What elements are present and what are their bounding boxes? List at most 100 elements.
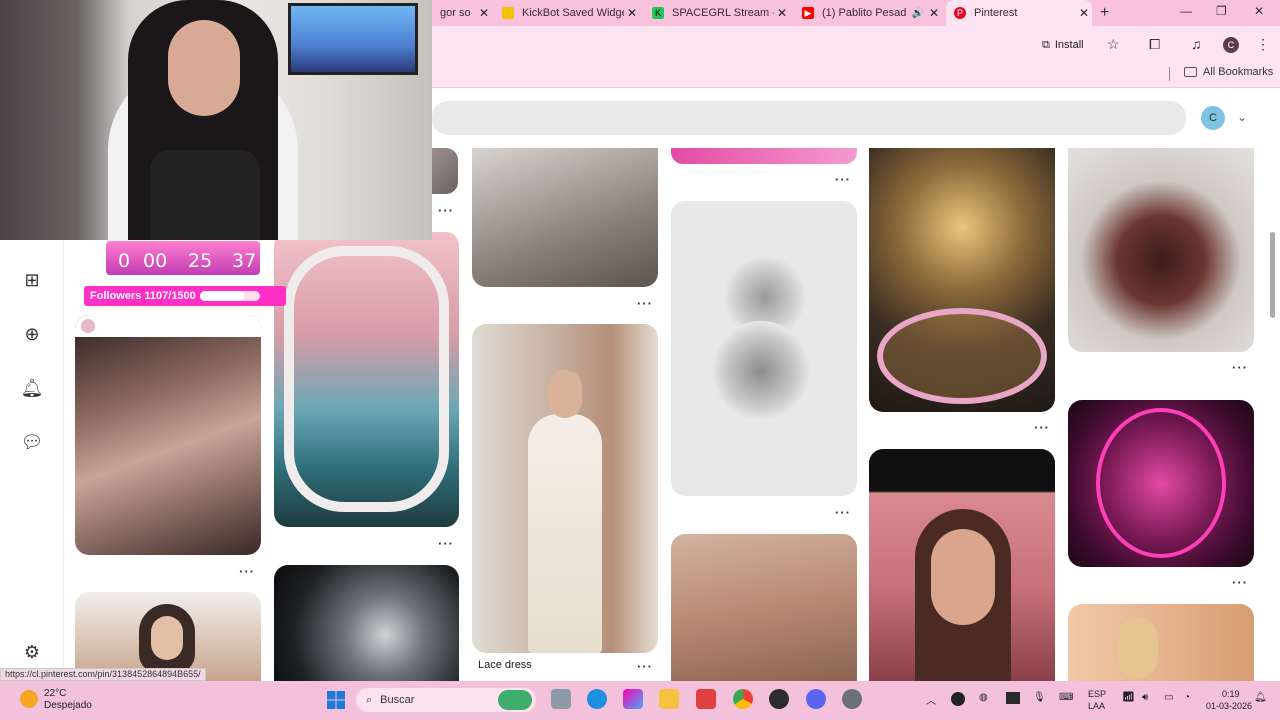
pin-more-icon[interactable]: ··· [637,296,653,311]
create-icon[interactable]: ⊕ [20,322,44,346]
webcam-overlay [0,0,432,240]
bookmarks-divider [1169,67,1170,81]
weather-description[interactable]: Despejado [44,700,92,711]
pin-ad-model [1118,618,1158,678]
pin-more-icon[interactable]: ··· [835,505,851,520]
chrome-icon[interactable] [733,689,753,709]
minimize-icon[interactable]: — [1180,4,1192,18]
pin-beach-window[interactable] [274,232,459,527]
windows-start-icon[interactable] [326,690,346,710]
settings-gear-icon[interactable]: ⚙ [20,640,44,664]
tab-3-title: SPACEGRL Stream - V [672,7,774,19]
obs-icon[interactable] [769,689,789,709]
followers-goal-label: Followers 1107/1500 [90,290,196,302]
copilot-icon[interactable] [623,689,643,709]
kick-icon: K [652,7,664,19]
pinterest-search-input[interactable] [432,101,1186,135]
tab-4-close-icon[interactable]: ✕ [926,6,942,20]
clock-time[interactable]: 0:19 [1222,689,1240,699]
pin-video-header [75,315,261,337]
search-highlight-icon [498,690,532,710]
webcam-top [150,150,260,240]
pin-more-icon[interactable]: ··· [239,564,255,579]
clock-date[interactable]: 01-03-2026 [1206,701,1252,711]
pin-more-icon[interactable]: ··· [1232,575,1248,590]
pin-cake[interactable] [1068,148,1254,352]
page-scrollbar[interactable] [1268,90,1276,680]
pin-flower-2 [711,321,811,421]
file-explorer-icon[interactable] [659,689,679,709]
scrollbar-thumb[interactable] [1270,232,1275,318]
tab-1[interactable]: gor so ✕ [432,0,492,26]
tray-app-icon[interactable] [951,692,965,706]
battery-icon[interactable]: ▭ [1164,692,1173,703]
tab-5-close-icon[interactable]: ✕ [1076,6,1092,20]
pin-sybilla-ad[interactable] [1068,604,1254,682]
weather-temperature[interactable]: 22°C [44,688,66,699]
tray-nvidia-icon[interactable] [1006,692,1020,704]
webcam-bg-tv [288,3,418,75]
weather-sun-icon[interactable] [20,690,38,708]
all-bookmarks-button[interactable]: All Bookmarks [1184,66,1273,78]
pin-more-icon[interactable]: ··· [1232,360,1248,375]
menu-kebab-icon[interactable]: ⋮ [1256,36,1270,53]
profile-avatar[interactable]: C [1223,37,1239,53]
restore-icon[interactable]: ❐ [1216,4,1227,18]
pin-nails-video[interactable] [75,315,261,555]
pin-devil-girl[interactable] [1068,400,1254,567]
close-window-icon[interactable]: ✕ [1254,4,1264,18]
pin-dress-shape [528,414,602,653]
new-tab-icon[interactable]: + [1100,4,1109,22]
pin-more-icon[interactable]: ··· [835,172,851,187]
pin-woman-video[interactable] [869,449,1055,682]
tab-1-close-icon[interactable]: ✕ [476,6,492,20]
pin-rings-nails[interactable] [671,534,857,682]
all-bookmarks-label: All Bookmarks [1203,66,1274,78]
tab-3-close-icon[interactable]: ✕ [774,6,790,20]
volume-icon[interactable]: 🔊︎ [1142,692,1148,703]
discord-icon[interactable] [806,689,826,709]
wifi-icon[interactable]: 📶︎ [1122,692,1135,703]
wifi-signal-icon[interactable]: ◔ [1184,692,1190,703]
star-icon[interactable]: ☆ [1107,36,1120,53]
pin-caption[interactable]: Lace dress [478,659,532,671]
tray-chevron-icon[interactable]: ︿ [926,692,936,707]
extensions-icon[interactable]: ⧠ [1149,36,1160,53]
pin-more-icon[interactable]: ··· [438,203,454,218]
pinterest-avatar[interactable]: C [1201,106,1225,130]
chevron-down-icon[interactable]: ⌄ [1237,110,1247,124]
settings-app-icon[interactable] [842,689,862,709]
language-indicator[interactable]: ESP [1088,689,1106,699]
pin-flower-sketch[interactable] [671,201,857,496]
pin-heels[interactable] [472,148,658,287]
edge-icon[interactable] [587,689,607,709]
pin-more-icon[interactable]: ··· [438,536,454,551]
pin-more-icon[interactable]: ··· [637,659,653,674]
pin-lace-dress[interactable] [472,324,658,653]
pin-fountain[interactable] [869,148,1055,412]
keyboard-icon[interactable]: ⌨ [1059,692,1073,703]
speaker-icon[interactable]: 🔊 [910,8,926,19]
microphone-icon[interactable]: 🎙︎ [1033,692,1046,703]
pin-more-icon[interactable]: ··· [1034,420,1050,435]
boards-icon[interactable]: ⊞ [20,268,44,292]
install-button[interactable]: ⧉ Install [1036,35,1092,55]
pin-image[interactable] [432,148,458,194]
tab-pinterest[interactable]: P Pinterest ✕ [946,0,1092,26]
tray-discord-icon[interactable]: ◍ [979,692,988,703]
tab-4-title: (1) Pablito Pesad [822,7,907,19]
notification-bell-icon[interactable]: 🔔︎ [1254,692,1267,703]
bell-icon[interactable]: 🔔︎ [20,376,44,400]
taskbar-search[interactable]: ⌕ Buscar [356,688,536,712]
pin-silver-panther[interactable] [274,565,459,682]
messages-icon[interactable]: 💬︎ [20,430,44,454]
language-layout[interactable]: LAA [1088,701,1105,711]
tab-3[interactable]: K SPACEGRL Stream - V ✕ [644,0,790,26]
media-control-icon[interactable]: ♫ [1191,36,1202,52]
tab-2-close-icon[interactable]: ✕ [624,6,640,20]
tab-2[interactable]: KickBot Saved Widge ✕ [494,0,640,26]
store-icon[interactable] [696,689,716,709]
tab-4[interactable]: ▶ (1) Pablito Pesad 🔊 ✕ [794,0,942,26]
pin-image[interactable] [671,148,857,164]
task-view-icon[interactable] [551,689,571,709]
